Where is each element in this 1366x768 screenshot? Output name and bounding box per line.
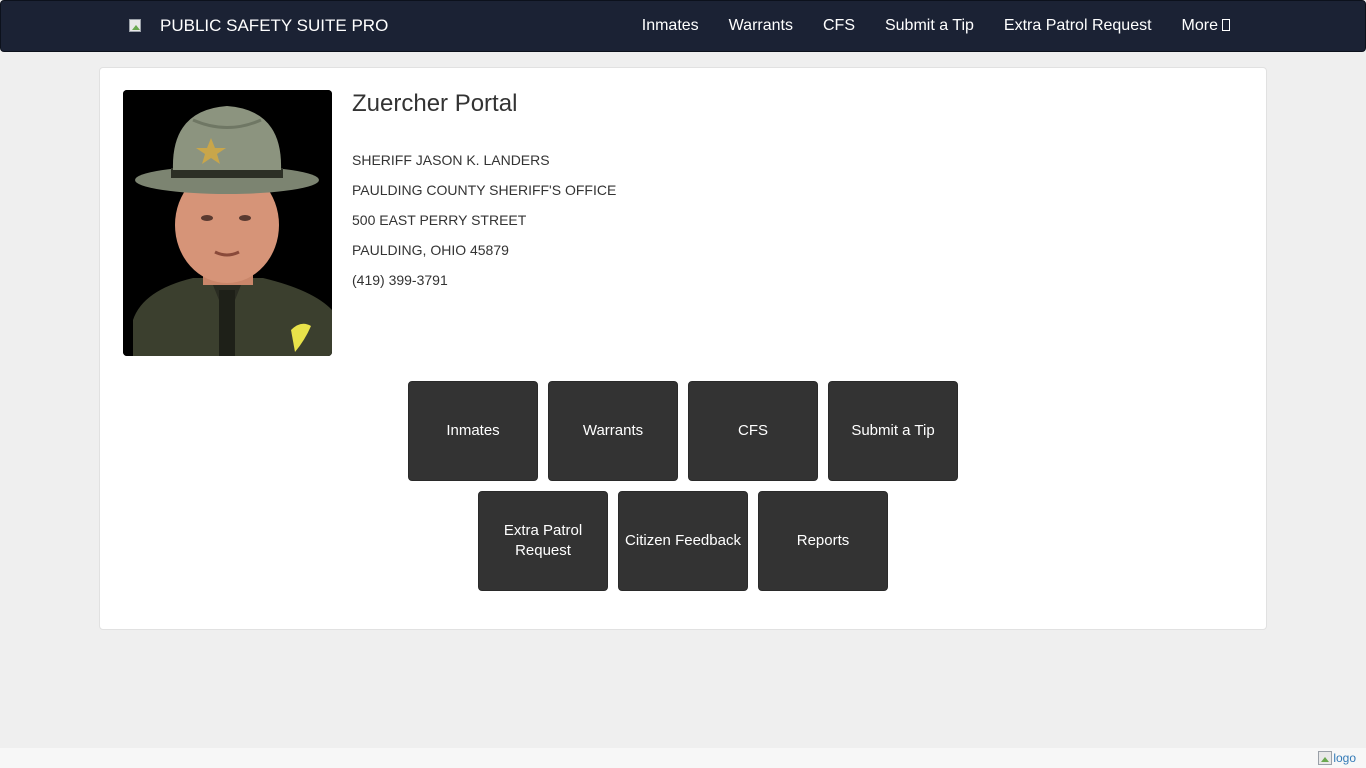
tile-citizen-feedback[interactable]: Citizen Feedback: [618, 491, 748, 591]
tile-warrants[interactable]: Warrants: [548, 381, 678, 481]
nav-links: Inmates Warrants CFS Submit a Tip Extra …: [627, 1, 1245, 51]
sheriff-photo: [123, 90, 332, 356]
footer: logo: [0, 748, 1366, 768]
tile-submit-tip[interactable]: Submit a Tip: [828, 381, 958, 481]
sheriff-name: SHERIFF JASON K. LANDERS: [352, 152, 550, 168]
tile-cfs[interactable]: CFS: [688, 381, 818, 481]
top-navbar: PUBLIC SAFETY SUITE PRO Inmates Warrants…: [0, 0, 1366, 52]
nav-extra-patrol-request[interactable]: Extra Patrol Request: [989, 1, 1167, 51]
nav-submit-tip[interactable]: Submit a Tip: [870, 1, 989, 51]
broken-image-icon: [1318, 751, 1333, 765]
sheriff-info: Zuercher Portal SHERIFF JASON K. LANDERS…: [352, 88, 616, 300]
nav-inmates[interactable]: Inmates: [627, 1, 714, 51]
portal-panel: Zuercher Portal SHERIFF JASON K. LANDERS…: [99, 67, 1267, 630]
street-address: 500 EAST PERRY STREET: [352, 212, 527, 228]
brand-logo-broken-image-icon: [128, 18, 144, 34]
nav-cfs[interactable]: CFS: [808, 1, 870, 51]
broken-glyph-icon: [1222, 19, 1230, 31]
brand-title: PUBLIC SAFETY SUITE PRO: [160, 16, 389, 35]
nav-more-dropdown[interactable]: More: [1167, 1, 1245, 51]
tile-reports[interactable]: Reports: [758, 491, 888, 591]
tile-inmates[interactable]: Inmates: [408, 381, 538, 481]
footer-logo-link[interactable]: logo: [1318, 748, 1356, 768]
nav-warrants[interactable]: Warrants: [714, 1, 808, 51]
tile-extra-patrol-request[interactable]: Extra Patrol Request: [478, 491, 608, 591]
office-name: PAULDING COUNTY SHERIFF'S OFFICE: [352, 182, 617, 198]
phone-number: (419) 399-3791: [352, 272, 448, 288]
footer-logo-alt-text: logo: [1333, 751, 1356, 765]
page-title: Zuercher Portal: [352, 90, 518, 117]
sheriff-portrait-icon: [123, 90, 332, 356]
tile-row-1: Inmates Warrants CFS Submit a Tip: [100, 381, 1266, 481]
contact-details: SHERIFF JASON K. LANDERS PAULDING COUNTY…: [352, 150, 616, 290]
city-state-zip: PAULDING, OHIO 45879: [352, 242, 509, 258]
brand-link[interactable]: PUBLIC SAFETY SUITE PRO: [128, 1, 388, 51]
tile-row-2: Extra Patrol Request Citizen Feedback Re…: [100, 491, 1266, 591]
nav-more-label: More: [1181, 17, 1218, 34]
